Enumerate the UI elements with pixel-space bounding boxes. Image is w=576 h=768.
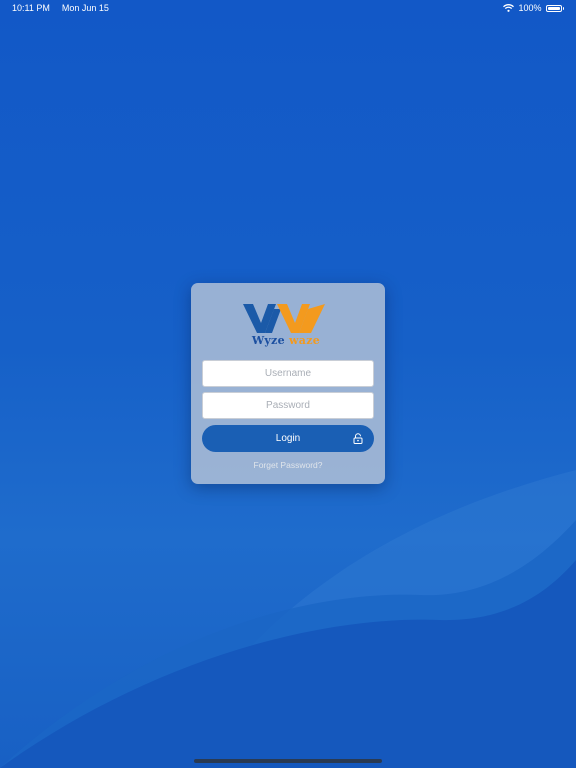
battery-level [547, 6, 560, 10]
battery-icon [545, 4, 562, 12]
forgot-password-link[interactable]: Forget Password? [191, 460, 385, 470]
logo-wordmark: Wyze waze [241, 334, 331, 347]
battery-cap [562, 6, 564, 10]
status-time: 10:11 PM [12, 3, 50, 13]
login-button-label: Login [275, 433, 301, 444]
battery-percent: 100% [518, 3, 542, 13]
status-date: Mon Jun 15 [61, 3, 109, 13]
logo-mark-icon [243, 304, 325, 333]
login-button[interactable]: Login [202, 425, 374, 452]
wifi-icon [503, 4, 515, 12]
password-input[interactable] [202, 392, 374, 419]
app-logo: Wyze waze [241, 301, 331, 351]
logo-text-waze: waze [289, 334, 321, 347]
lock-icon [353, 433, 363, 444]
username-input[interactable] [202, 360, 374, 387]
home-indicator [194, 759, 382, 763]
login-card: Wyze waze Login Forget Password? [191, 283, 385, 484]
login-screen: 10:11 PM Mon Jun 15 100% Wyze waze Usern… [0, 0, 576, 768]
status-bar: 10:11 PM Mon Jun 15 100% [0, 0, 576, 18]
logo-text-wyze: Wyze [251, 334, 285, 347]
